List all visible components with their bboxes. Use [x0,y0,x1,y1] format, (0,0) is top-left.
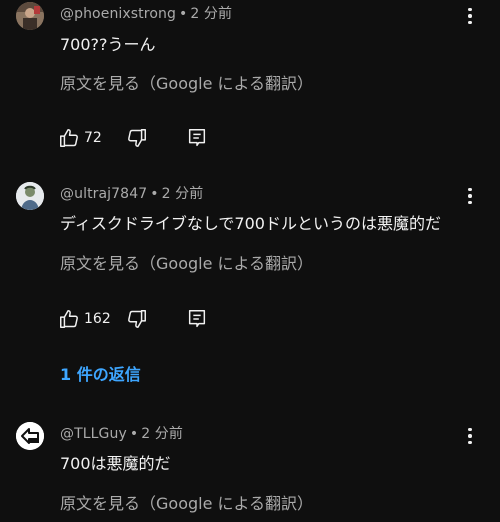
more-vert-icon[interactable] [462,186,478,206]
meta-separator: • [150,186,159,202]
comment-time[interactable]: 2 分前 [190,6,232,22]
comment-text: 700??うーん [60,35,156,54]
comment-author[interactable]: @TLLGuy [60,426,127,442]
reply-icon[interactable] [186,308,208,330]
comment-item: @phoenixstrong • 2 分前 700??うーん 原文を見る（Googl… [0,0,500,175]
comment-text: 700は悪魔的だ [60,454,171,473]
thumbs-down-icon[interactable] [126,127,148,149]
like-count: 162 [84,311,111,327]
thumbs-down-icon[interactable] [126,308,148,330]
comment-meta: @ultraj7847 • 2 分前 [60,183,203,203]
more-vert-icon[interactable] [462,426,478,446]
comment-author[interactable]: @phoenixstrong [60,6,176,22]
comment-actions: 72 [58,127,358,151]
meta-separator: • [129,426,139,442]
comment-time[interactable]: 2 分前 [162,186,204,202]
comment-item: @TLLGuy • 2 分前 700は悪魔的だ 原文を見る（Google による翻訳… [0,420,500,522]
comment-text: ディスクドライブなしで700ドルというのは悪魔的だ [60,214,441,233]
like-count: 72 [84,130,102,146]
thumbs-up-icon[interactable] [58,308,80,330]
comment-meta: @phoenixstrong • 2 分前 [60,3,232,23]
see-original-button[interactable]: 原文を見る（Google による翻訳） [60,490,313,514]
comment-time[interactable]: 2 分前 [141,426,183,442]
meta-separator: • [178,6,188,22]
more-vert-icon[interactable] [462,6,478,26]
avatar[interactable] [16,2,44,30]
avatar[interactable] [16,422,44,450]
comment-meta: @TLLGuy • 2 分前 [60,423,183,443]
see-original-button[interactable]: 原文を見る（Google による翻訳） [60,250,313,274]
see-original-button[interactable]: 原文を見る（Google による翻訳） [60,70,313,94]
avatar[interactable] [16,182,44,210]
comment-author[interactable]: @ultraj7847 [60,186,147,202]
comment-actions: 162 [58,308,358,332]
thumbs-up-icon[interactable] [58,127,80,149]
view-replies-button[interactable]: 1 件の返信 [60,361,141,385]
reply-icon[interactable] [186,127,208,149]
